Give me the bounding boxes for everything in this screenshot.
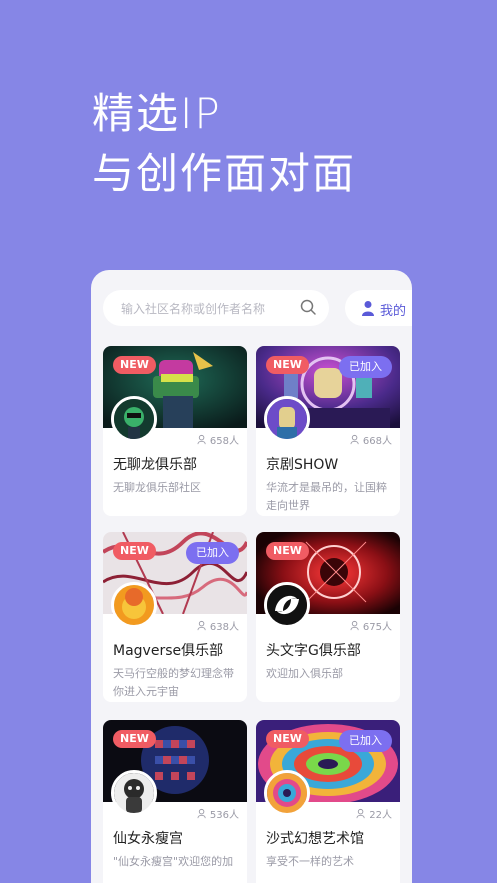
headline-line-1: 精选IP <box>92 89 222 138</box>
avatar <box>264 770 310 816</box>
member-count-text: 638人 <box>209 622 239 633</box>
card-title: 沙式幻想艺术馆 <box>266 831 364 847</box>
search-icon[interactable] <box>299 298 317 316</box>
members-icon <box>356 808 365 819</box>
member-count-text: 536人 <box>209 810 239 821</box>
avatar <box>111 396 157 442</box>
card-title: 头文字G俱乐部 <box>266 643 361 659</box>
avatar <box>264 582 310 628</box>
community-card[interactable]: NEW 已加入 638人 Magverse俱乐部 天马行空般的梦幻理念带你进入元… <box>103 532 247 702</box>
community-card[interactable]: NEW 675人 头文字G俱乐部 欢迎加入俱乐部 <box>256 532 400 702</box>
search-input[interactable]: 输入社区名称或创作者名称 <box>103 290 329 326</box>
community-card[interactable]: NEW 已加入 668人 京剧SHOW 华流才是最吊的，让国粹走向世界 <box>256 346 400 516</box>
app-preview: 输入社区名称或创作者名称 我的 NEW 658人 无聊龙俱乐部 无聊龙俱乐部社区… <box>91 270 412 883</box>
search-placeholder: 输入社区名称或创作者名称 <box>121 302 266 316</box>
card-title: 仙女永瘦宫 <box>113 831 183 847</box>
card-description: 天马行空般的梦幻理念带你进入元宇宙 <box>113 667 234 698</box>
hero-headline: 精选IP 与创作面对面 <box>92 84 356 204</box>
member-count: 675人 <box>350 618 392 633</box>
new-badge: NEW <box>113 356 156 374</box>
member-count-text: 675人 <box>362 622 392 633</box>
top-bar: 输入社区名称或创作者名称 我的 <box>103 290 412 326</box>
card-description: "仙女永瘦宫"欢迎您的加 <box>113 855 234 868</box>
joined-badge: 已加入 <box>339 356 392 378</box>
card-description: 无聊龙俱乐部社区 <box>113 481 201 494</box>
card-title: Magverse俱乐部 <box>113 643 224 659</box>
avatar <box>111 582 157 628</box>
members-icon <box>197 620 206 631</box>
member-count-text: 668人 <box>362 436 392 447</box>
headline-line-2: 与创作面对面 <box>92 149 357 198</box>
new-badge: NEW <box>266 730 309 748</box>
user-icon <box>362 301 374 316</box>
member-count: 658人 <box>197 432 239 447</box>
card-title: 京剧SHOW <box>266 457 339 473</box>
members-icon <box>350 620 359 631</box>
card-description: 华流才是最吊的，让国粹走向世界 <box>266 481 387 512</box>
avatar <box>264 396 310 442</box>
member-count: 638人 <box>197 618 239 633</box>
members-icon <box>197 808 206 819</box>
avatar <box>111 770 157 816</box>
joined-badge: 已加入 <box>186 542 239 564</box>
member-count: 536人 <box>197 806 239 821</box>
new-badge: NEW <box>266 356 309 374</box>
card-description: 欢迎加入俱乐部 <box>266 667 343 680</box>
new-badge: NEW <box>113 542 156 560</box>
member-count: 668人 <box>350 432 392 447</box>
community-card[interactable]: NEW 658人 无聊龙俱乐部 无聊龙俱乐部社区 <box>103 346 247 516</box>
new-badge: NEW <box>113 730 156 748</box>
members-icon <box>350 434 359 445</box>
member-count: 22人 <box>356 806 392 821</box>
members-icon <box>197 434 206 445</box>
card-description: 享受不一样的艺术 <box>266 855 354 868</box>
joined-badge: 已加入 <box>339 730 392 752</box>
community-card[interactable]: NEW 已加入 22人 沙式幻想艺术馆 享受不一样的艺术 <box>256 720 400 883</box>
new-badge: NEW <box>266 542 309 560</box>
mine-button[interactable]: 我的 <box>345 290 412 326</box>
community-card[interactable]: NEW 536人 仙女永瘦宫 "仙女永瘦宫"欢迎您的加 <box>103 720 247 883</box>
member-count-text: 658人 <box>209 436 239 447</box>
mine-label: 我的 <box>380 304 407 319</box>
card-title: 无聊龙俱乐部 <box>113 457 197 473</box>
member-count-text: 22人 <box>369 810 392 821</box>
